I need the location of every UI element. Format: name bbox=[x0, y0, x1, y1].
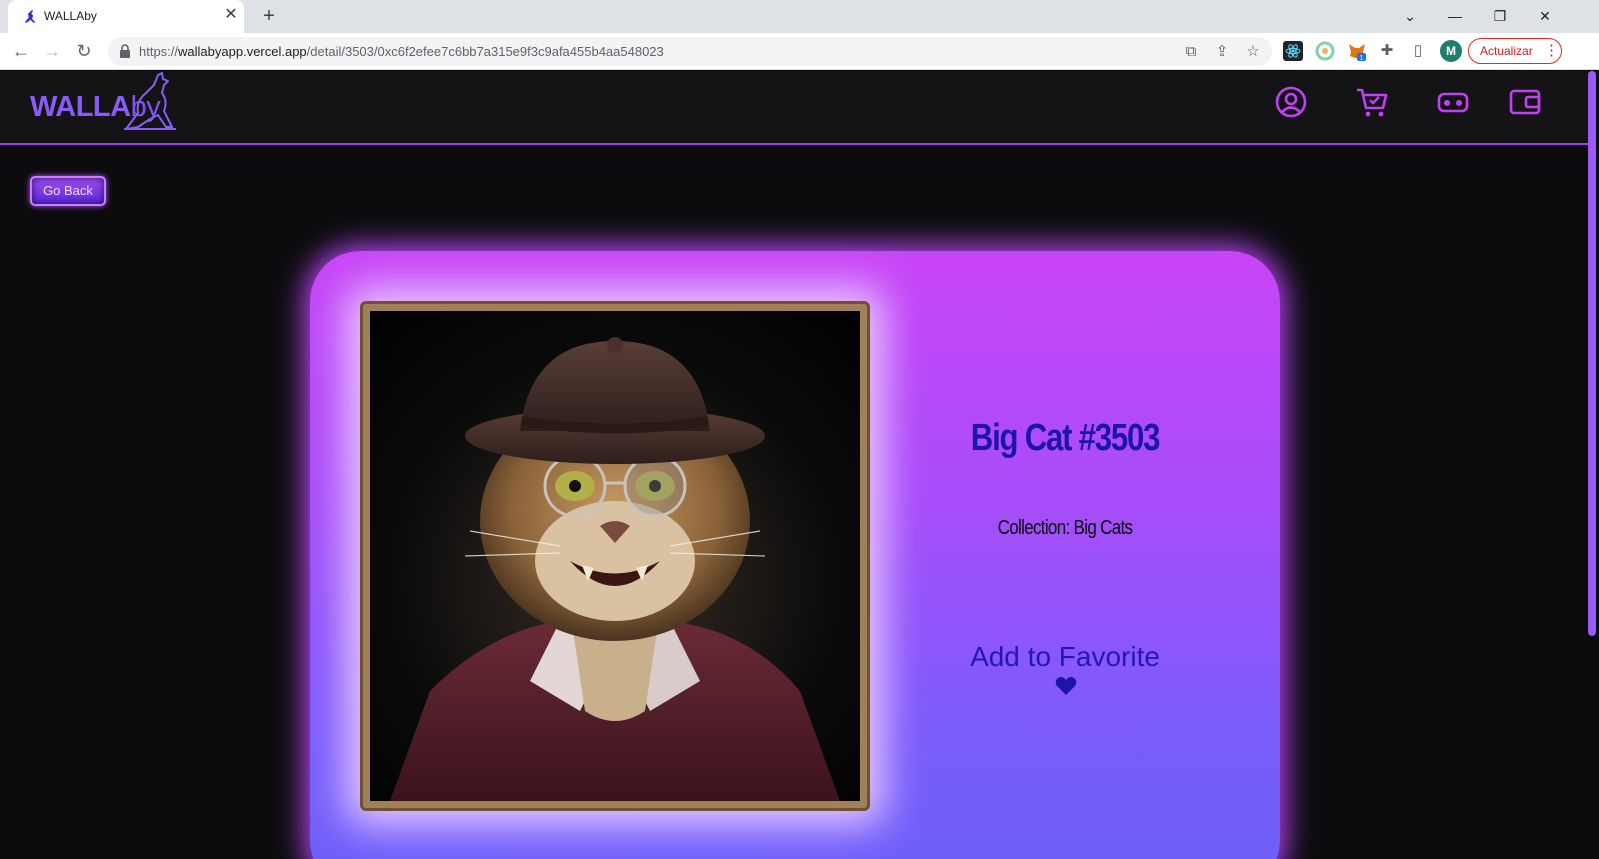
page-viewport: WALLAby Go Back Big Cat #3503 Collection… bbox=[0, 71, 1599, 859]
browser-menu-icon[interactable]: ⋮ bbox=[1544, 38, 1559, 64]
url-host: wallabyapp.vercel.app bbox=[178, 44, 307, 59]
wallaby-logo[interactable]: WALLAby bbox=[28, 71, 178, 131]
forward-arrow-icon[interactable]: → bbox=[40, 39, 64, 63]
browser-toolbar: ← → ↻ https://wallabyapp.vercel.app/deta… bbox=[0, 33, 1599, 70]
tab-search-icon[interactable]: ⌄ bbox=[1399, 5, 1421, 27]
collection-label: Collection: Big Cats bbox=[997, 517, 1133, 539]
kangaroo-favicon-icon bbox=[24, 9, 36, 23]
react-devtools-icon[interactable] bbox=[1283, 41, 1303, 61]
go-back-button[interactable]: Go Back bbox=[30, 176, 106, 206]
url-text: https://wallabyapp.vercel.app/detail/350… bbox=[139, 44, 664, 59]
wallet-icon[interactable] bbox=[1508, 85, 1542, 119]
kangaroo-logo-icon bbox=[124, 72, 176, 130]
url-path: /detail/3503/0xc6f2efee7c6bb7a315e9f3c9a… bbox=[306, 44, 664, 59]
translate-icon[interactable]: ⧉ bbox=[1181, 42, 1201, 62]
browser-tabstrip: WALLAby ✕ + ⌄ — ❐ ✕ bbox=[0, 0, 1599, 33]
minimize-icon[interactable]: — bbox=[1444, 5, 1466, 27]
side-panel-icon[interactable]: ▯ bbox=[1408, 41, 1428, 61]
shopping-cart-icon[interactable] bbox=[1355, 85, 1389, 119]
big-cat-portrait-illustration bbox=[390, 337, 840, 801]
close-window-icon[interactable]: ✕ bbox=[1534, 5, 1556, 27]
close-tab-icon[interactable]: ✕ bbox=[222, 6, 240, 24]
address-bar[interactable]: https://wallabyapp.vercel.app/detail/350… bbox=[108, 37, 1272, 66]
circle-extension-icon[interactable] bbox=[1315, 41, 1335, 61]
nft-detail-card: Big Cat #3503 Collection: Big Cats Add t… bbox=[310, 251, 1280, 859]
metamask-fox-icon[interactable]: 1 bbox=[1347, 41, 1367, 61]
tab-title: WALLAby bbox=[44, 9, 97, 23]
back-arrow-icon[interactable]: ← bbox=[9, 39, 33, 63]
add-to-favorite-button[interactable]: Add to Favorite bbox=[910, 641, 1220, 673]
nft-image[interactable] bbox=[370, 311, 860, 801]
new-tab-icon[interactable]: + bbox=[258, 5, 280, 27]
lock-icon bbox=[120, 44, 130, 58]
reload-icon[interactable]: ↻ bbox=[72, 39, 96, 63]
logo-primary: WALLA bbox=[30, 91, 131, 123]
profile-avatar[interactable]: M bbox=[1440, 40, 1462, 62]
bookmark-star-icon[interactable]: ☆ bbox=[1243, 42, 1263, 62]
nft-title: Big Cat #3503 bbox=[970, 417, 1161, 459]
app-navbar: WALLAby bbox=[0, 71, 1588, 145]
page-scrollbar[interactable] bbox=[1588, 71, 1596, 636]
vr-headset-icon[interactable] bbox=[1436, 85, 1470, 119]
heart-icon[interactable] bbox=[1055, 676, 1077, 696]
browser-tab[interactable]: WALLAby ✕ bbox=[8, 0, 244, 33]
nft-image-frame bbox=[360, 301, 870, 811]
restore-icon[interactable]: ❐ bbox=[1489, 5, 1511, 27]
url-scheme: https:// bbox=[139, 44, 179, 59]
user-circle-icon[interactable] bbox=[1274, 85, 1308, 119]
share-icon[interactable]: ⇪ bbox=[1212, 42, 1232, 62]
extensions-puzzle-icon[interactable]: ✚ bbox=[1377, 41, 1397, 61]
extension-badge: 1 bbox=[1360, 55, 1364, 61]
